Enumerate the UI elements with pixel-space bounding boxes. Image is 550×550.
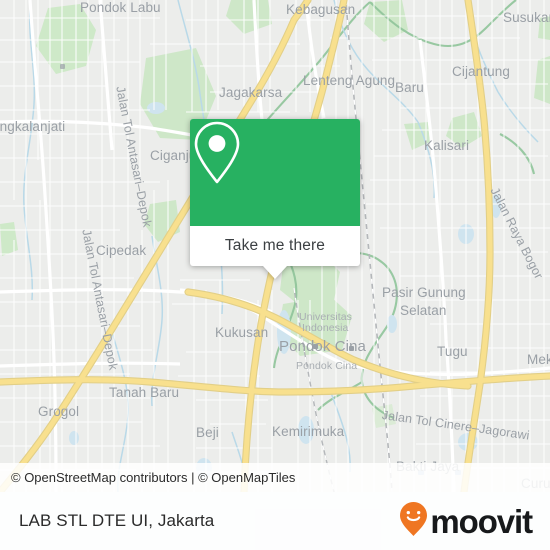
moovit-pin-icon [399, 501, 428, 542]
attribution-text[interactable]: © OpenStreetMap contributors | © OpenMap… [0, 470, 295, 485]
moovit-wordmark: moovit [430, 502, 533, 540]
map-canvas[interactable]: Pondok LabuKebagusanSusukanJagakarsaLent… [0, 0, 550, 492]
callout-tail [263, 266, 287, 279]
callout-footer[interactable]: Take me there [190, 226, 360, 279]
callout-header [190, 119, 360, 226]
map-screenshot: Pondok LabuKebagusanSusukanJagakarsaLent… [0, 0, 550, 550]
map-attribution-bar: © OpenStreetMap contributors | © OpenMap… [0, 463, 550, 492]
location-title: LAB STL DTE UI, Jakarta [19, 511, 215, 530]
take-me-there-label: Take me there [224, 237, 326, 254]
location-callout[interactable]: Take me there [190, 119, 360, 279]
footer-bar: LAB STL DTE UI, Jakarta moovit [0, 492, 550, 550]
moovit-logo[interactable]: moovit [399, 501, 533, 542]
